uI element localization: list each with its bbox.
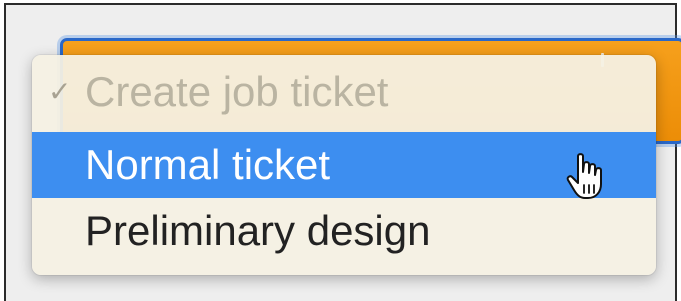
menu-item-normal-ticket[interactable]: Normal ticket [32, 132, 656, 198]
menu-item-preliminary-design[interactable]: Preliminary design [32, 198, 656, 264]
menu-item-label: Normal ticket [85, 141, 331, 188]
pointing-hand-cursor-icon [566, 153, 602, 199]
menu-item-create-job-ticket[interactable]: ✓ Create job ticket [32, 59, 656, 125]
checkmark-icon: ✓ [48, 76, 72, 107]
menu-item-label: Create job ticket [85, 68, 389, 115]
menu-item-label: Preliminary design [85, 207, 431, 254]
job-ticket-dropdown-menu: ✓ Create job ticket Normal ticket Prelim… [32, 55, 656, 275]
